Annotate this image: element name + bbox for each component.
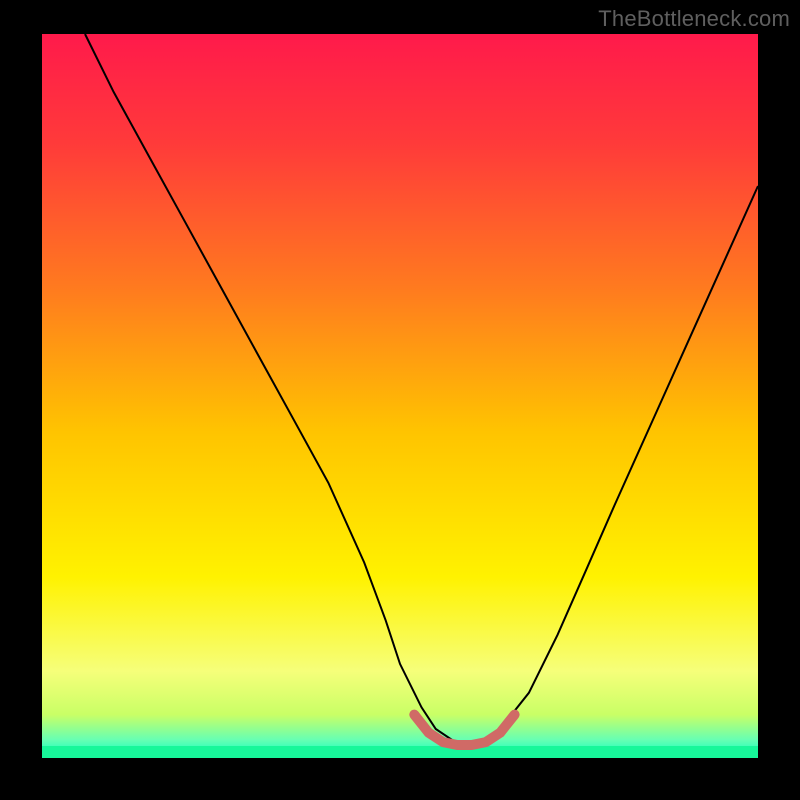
watermark-text: TheBottleneck.com bbox=[598, 6, 790, 32]
bottleneck-chart bbox=[0, 0, 800, 800]
chart-frame: TheBottleneck.com bbox=[0, 0, 800, 800]
green-floor bbox=[42, 746, 758, 758]
plot-background bbox=[42, 34, 758, 758]
